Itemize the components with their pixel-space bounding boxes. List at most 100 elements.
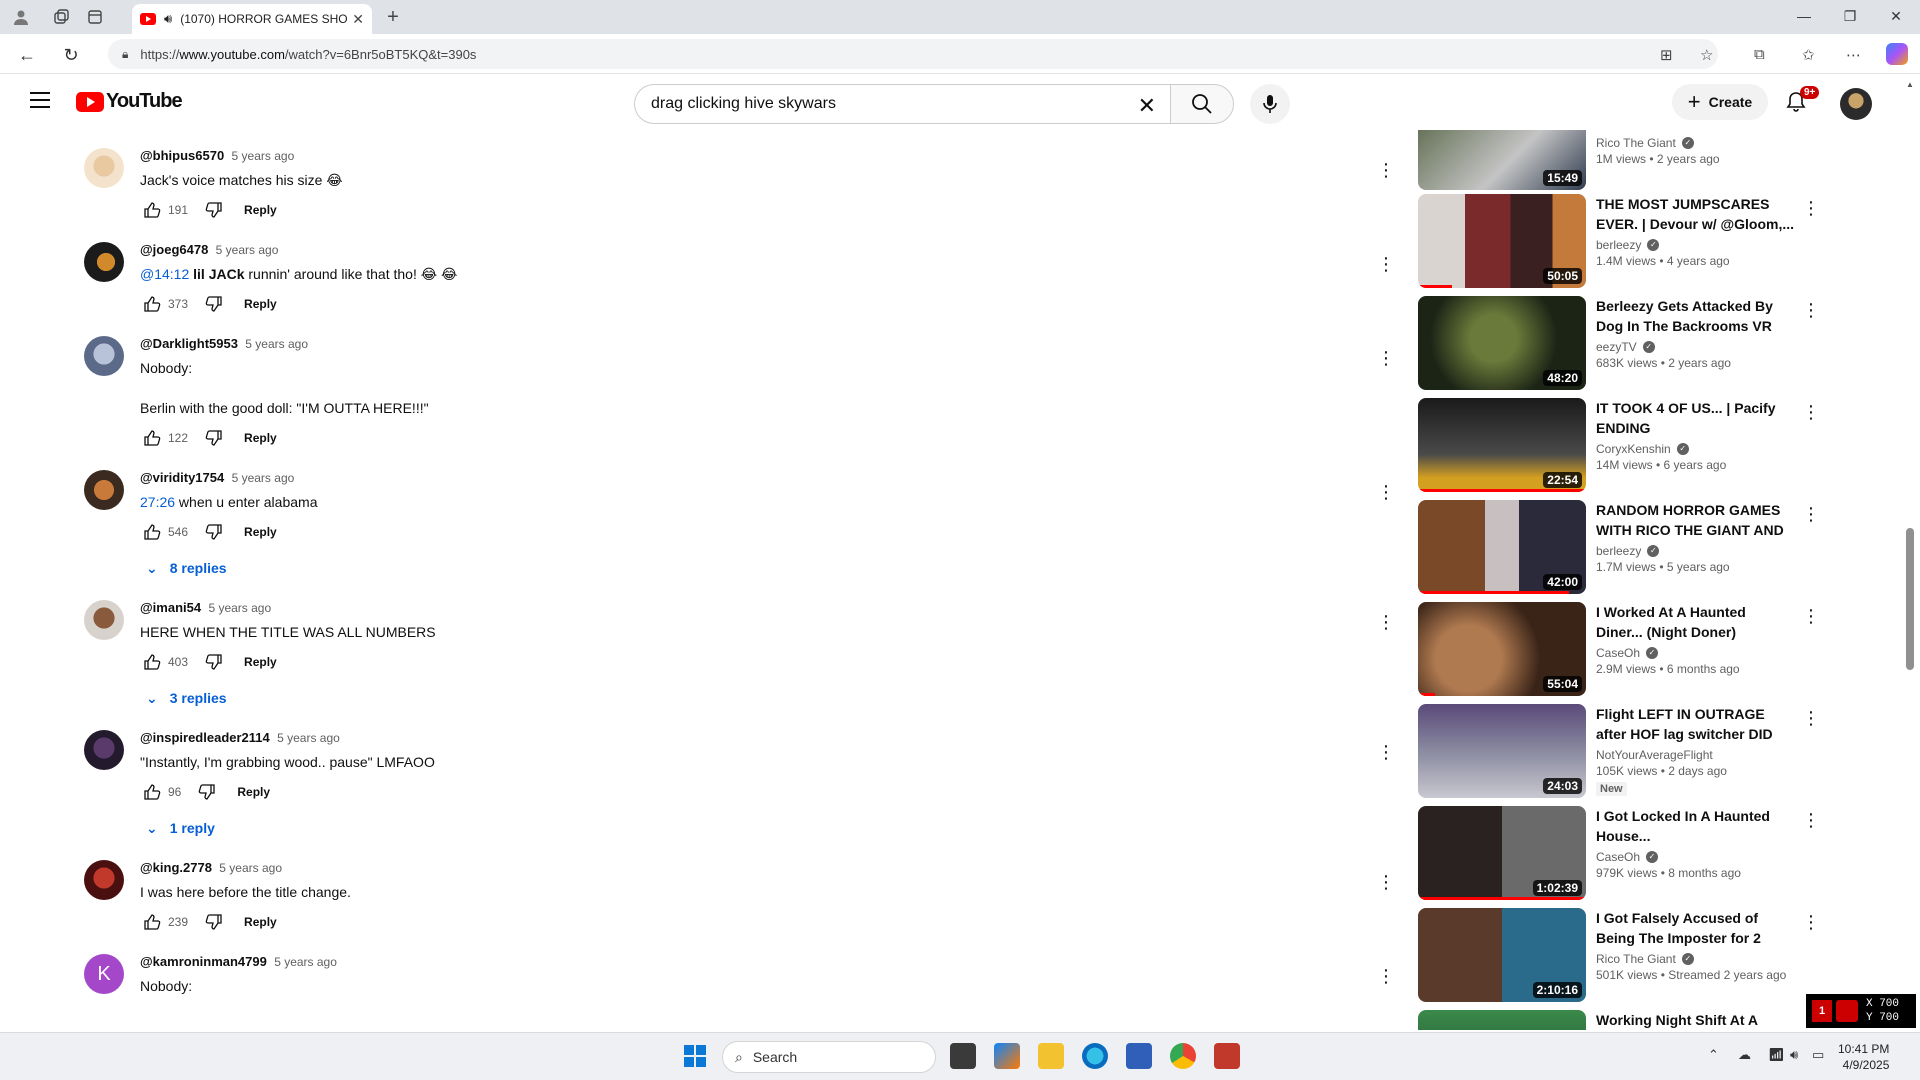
reply-button[interactable]: Reply: [244, 915, 277, 929]
dislike-icon[interactable]: [202, 198, 226, 222]
comment-author[interactable]: @king.2778: [140, 860, 212, 875]
comment-author[interactable]: @kamroninman4799: [140, 954, 267, 969]
copilot-icon[interactable]: [1886, 43, 1908, 65]
comment-time[interactable]: 5 years ago: [219, 861, 282, 875]
like-icon[interactable]: [140, 650, 164, 674]
account-avatar[interactable]: [1840, 88, 1872, 120]
scroll-up-icon[interactable]: ▲: [1906, 80, 1914, 89]
recommended-video[interactable]: Working Night Shift At A: [1418, 1010, 1818, 1030]
recommended-video[interactable]: 50:05 THE MOST JUMPSCARES EVER. | Devour…: [1418, 194, 1818, 288]
video-channel[interactable]: CaseOh: [1596, 646, 1640, 660]
comment-menu-icon[interactable]: ⋮: [1374, 252, 1398, 276]
comment-author[interactable]: @inspiredleader2114: [140, 730, 270, 745]
search-button[interactable]: [1170, 84, 1234, 124]
comment-time[interactable]: 5 years ago: [232, 471, 295, 485]
reply-button[interactable]: Reply: [237, 785, 270, 799]
close-tab-icon[interactable]: ✕: [352, 11, 364, 28]
video-title[interactable]: Berleezy Gets Attacked By Dog In The Bac…: [1596, 296, 1796, 336]
volume-icon[interactable]: 🔊︎: [1790, 1047, 1798, 1063]
video-thumbnail[interactable]: 48:20: [1418, 296, 1586, 390]
commenter-avatar[interactable]: [84, 336, 124, 376]
video-channel[interactable]: Rico The Giant: [1596, 952, 1676, 966]
video-title[interactable]: I Worked At A Haunted Diner... (Night Do…: [1596, 602, 1796, 642]
reply-button[interactable]: Reply: [244, 297, 277, 311]
recommended-video[interactable]: 22:54 IT TOOK 4 OF US... | Pacify ENDING…: [1418, 398, 1818, 492]
comment-menu-icon[interactable]: ⋮: [1374, 480, 1398, 504]
recommended-video[interactable]: 1:02:39 I Got Locked In A Haunted House.…: [1418, 806, 1818, 900]
like-icon[interactable]: [140, 780, 164, 804]
like-icon[interactable]: [140, 910, 164, 934]
comment-menu-icon[interactable]: ⋮: [1374, 964, 1398, 988]
tab-actions-icon[interactable]: [86, 8, 104, 26]
recommended-video[interactable]: 24:03 Flight LEFT IN OUTRAGE after HOF l…: [1418, 704, 1818, 798]
voice-search-button[interactable]: [1250, 84, 1290, 124]
restore-button[interactable]: ❐: [1838, 6, 1862, 26]
task-view-icon[interactable]: [950, 1043, 976, 1069]
commenter-avatar[interactable]: [84, 148, 124, 188]
back-button[interactable]: ←: [16, 44, 38, 66]
view-replies-button[interactable]: ⌄ 3 replies: [140, 680, 1340, 716]
reply-button[interactable]: Reply: [244, 655, 277, 669]
video-channel[interactable]: Rico The Giant: [1596, 136, 1676, 150]
wifi-icon[interactable]: 📶︎: [1768, 1047, 1785, 1063]
like-icon[interactable]: [140, 520, 164, 544]
recommended-video[interactable]: 15:49 Rico The Giant ✓ 1M views • 2 years…: [1418, 130, 1818, 190]
autoclicker-app-icon[interactable]: [1214, 1043, 1240, 1069]
video-channel[interactable]: berleezy: [1596, 544, 1641, 558]
show-hidden-icons-chevron-icon[interactable]: ⌃: [1708, 1047, 1719, 1063]
more-options-icon[interactable]: ⋯: [1846, 46, 1861, 64]
network-cloud-icon[interactable]: ☁: [1738, 1047, 1751, 1063]
video-title[interactable]: I Got Falsely Accused of Being The Impos…: [1596, 908, 1796, 948]
video-menu-icon[interactable]: ⋮: [1802, 504, 1818, 528]
video-thumbnail[interactable]: 22:54: [1418, 398, 1586, 492]
file-explorer-icon[interactable]: [1038, 1043, 1064, 1069]
commenter-avatar[interactable]: K: [84, 954, 124, 994]
reply-button[interactable]: Reply: [244, 525, 277, 539]
video-menu-icon[interactable]: ⋮: [1802, 198, 1818, 222]
reply-button[interactable]: Reply: [244, 431, 277, 445]
video-thumbnail[interactable]: [1418, 1010, 1586, 1030]
video-title[interactable]: I Got Locked In A Haunted House...: [1596, 806, 1796, 846]
view-replies-button[interactable]: ⌄ 8 replies: [140, 550, 1340, 586]
comment-author[interactable]: @viridity1754: [140, 470, 224, 485]
video-menu-icon[interactable]: ⋮: [1802, 912, 1818, 936]
commenter-avatar[interactable]: [84, 242, 124, 282]
battery-icon[interactable]: ▭: [1812, 1047, 1824, 1063]
commenter-avatar[interactable]: [84, 860, 124, 900]
reply-button[interactable]: Reply: [244, 203, 277, 217]
like-icon[interactable]: [140, 292, 164, 316]
chrome-icon[interactable]: [1170, 1043, 1196, 1069]
comment-menu-icon[interactable]: ⋮: [1374, 158, 1398, 182]
search-input[interactable]: drag clicking hive skywars ✕: [634, 84, 1170, 124]
comment-author[interactable]: @Darklight5953: [140, 336, 238, 351]
start-button[interactable]: [684, 1045, 706, 1067]
refresh-button[interactable]: ↻: [60, 44, 82, 66]
commenter-avatar[interactable]: [84, 470, 124, 510]
comment-time[interactable]: 5 years ago: [216, 243, 279, 257]
dislike-icon[interactable]: [202, 650, 226, 674]
commenter-avatar[interactable]: [84, 730, 124, 770]
taskbar-search[interactable]: ⌕ Search: [722, 1041, 936, 1073]
dislike-icon[interactable]: [202, 910, 226, 934]
video-menu-icon[interactable]: ⋮: [1802, 606, 1818, 630]
video-channel[interactable]: CoryxKenshin: [1596, 442, 1671, 456]
profile-icon[interactable]: [12, 8, 30, 26]
video-channel[interactable]: NotYourAverageFlight: [1596, 748, 1713, 762]
new-tab-button[interactable]: +: [384, 6, 402, 28]
video-title[interactable]: THE MOST JUMPSCARES EVER. | Devour w/ @G…: [1596, 194, 1796, 234]
recommended-video[interactable]: 55:04 I Worked At A Haunted Diner... (Ni…: [1418, 602, 1818, 696]
comment-time[interactable]: 5 years ago: [245, 337, 308, 351]
edge-browser-icon[interactable]: [1082, 1043, 1108, 1069]
create-button[interactable]: + Create: [1672, 84, 1768, 120]
page-scrollbar[interactable]: ▲: [1904, 74, 1916, 1030]
comment-time[interactable]: 5 years ago: [274, 955, 337, 969]
video-title[interactable]: Working Night Shift At A: [1596, 1010, 1796, 1030]
comment-author[interactable]: @joeg6478: [140, 242, 208, 257]
timestamp-link[interactable]: 27:26: [140, 494, 175, 510]
video-channel[interactable]: berleezy: [1596, 238, 1641, 252]
comment-menu-icon[interactable]: ⋮: [1374, 740, 1398, 764]
recommended-video[interactable]: 2:10:16 I Got Falsely Accused of Being T…: [1418, 908, 1818, 1002]
video-menu-icon[interactable]: ⋮: [1802, 300, 1818, 324]
video-thumbnail[interactable]: 50:05: [1418, 194, 1586, 288]
view-replies-button[interactable]: ⌄ 1 reply: [140, 810, 1340, 846]
